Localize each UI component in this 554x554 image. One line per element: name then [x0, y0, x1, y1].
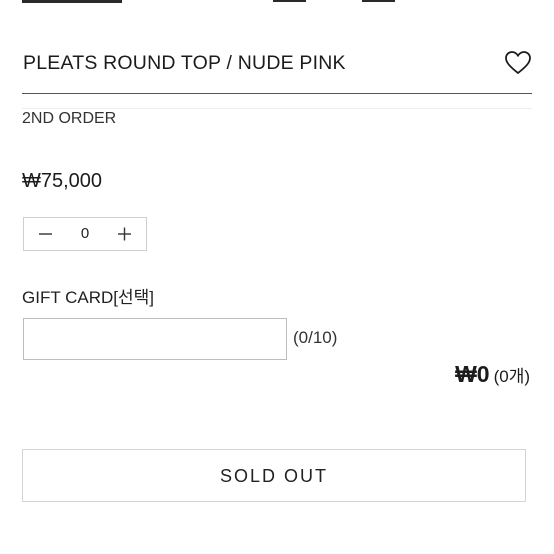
subtitle-divider [22, 108, 532, 109]
sold-out-button[interactable]: SOLD OUT [22, 449, 526, 502]
quantity-input[interactable] [66, 218, 104, 250]
thumbnail-indicator[interactable] [362, 0, 395, 2]
minus-icon [39, 233, 52, 235]
plus-icon [118, 227, 131, 241]
product-title-row: PLEATS ROUND TOP / NUDE PINK [22, 46, 532, 86]
wishlist-button[interactable] [504, 50, 532, 76]
total-count: (0개) [493, 367, 530, 386]
thumbnail-indicator[interactable] [273, 0, 306, 2]
heart-icon [505, 51, 531, 74]
product-subtitle: 2ND ORDER [22, 110, 117, 127]
gift-card-char-count: (0/10) [293, 328, 338, 347]
quantity-stepper [23, 217, 147, 251]
total-price: ₩0 (0개) [455, 361, 530, 388]
total-amount: ₩0 [455, 361, 490, 387]
title-divider [22, 93, 532, 94]
quantity-decrease-button[interactable] [24, 218, 66, 250]
thumbnail-active-indicator[interactable] [22, 0, 122, 3]
product-title: PLEATS ROUND TOP / NUDE PINK [23, 52, 346, 74]
quantity-increase-button[interactable] [104, 218, 146, 250]
product-price: ₩75,000 [22, 170, 103, 192]
gift-card-input[interactable] [23, 318, 287, 360]
gift-card-label: GIFT CARD[선택] [22, 288, 155, 307]
image-thumbnail-strip [0, 0, 554, 4]
